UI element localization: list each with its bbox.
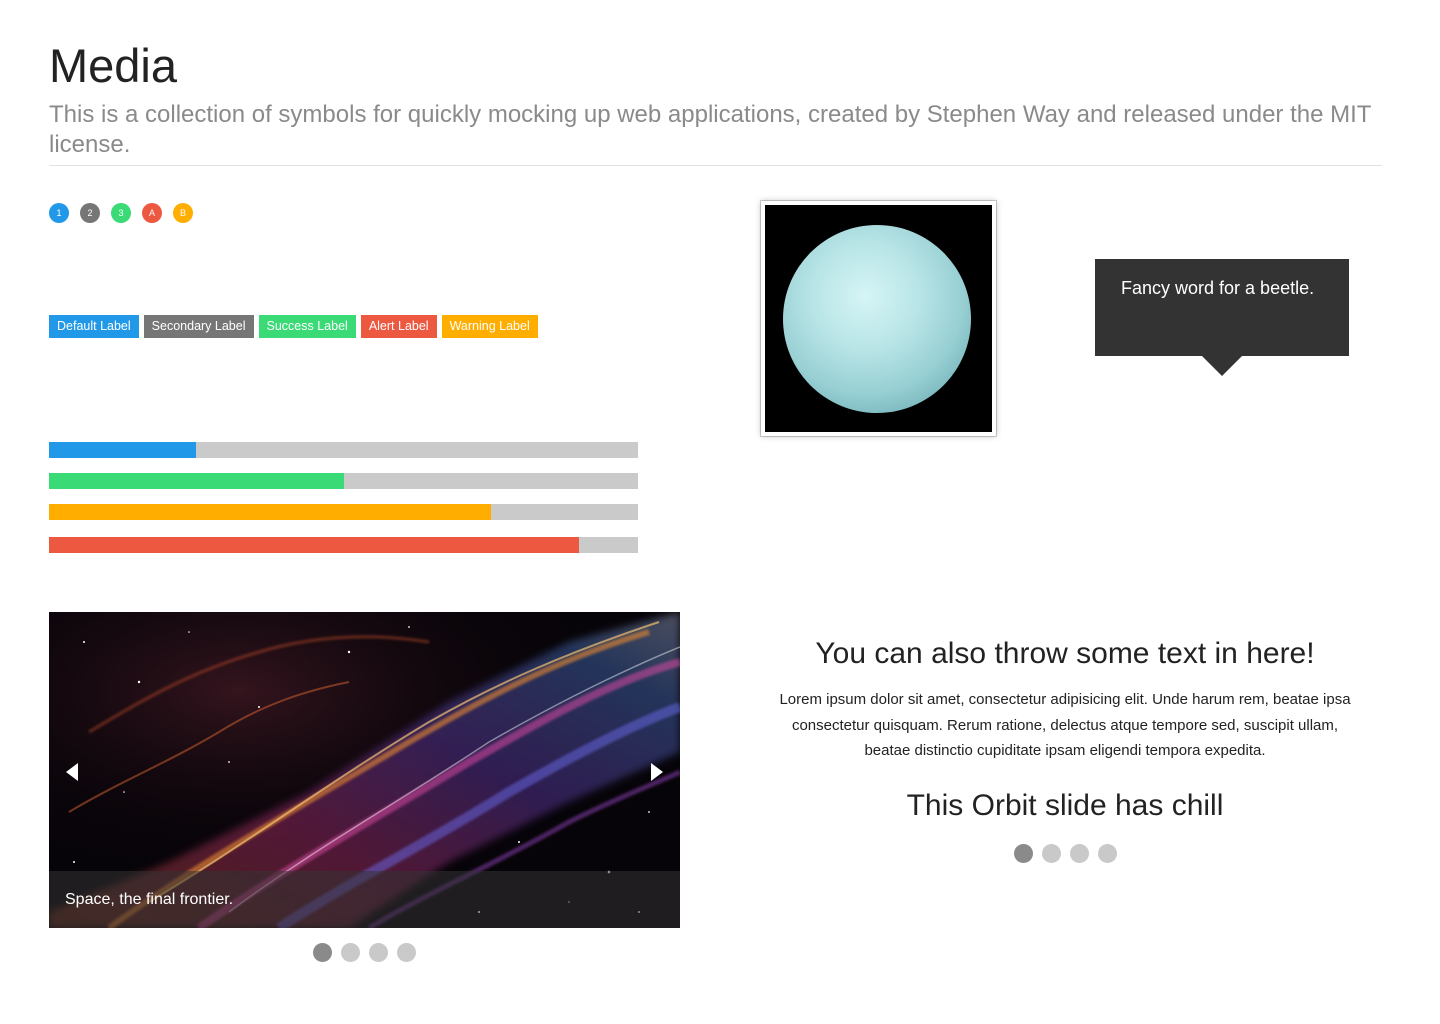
progress-bar-primary bbox=[49, 442, 638, 458]
progress-bar-warning bbox=[49, 504, 638, 520]
slide-bullet[interactable] bbox=[1098, 844, 1117, 863]
next-slide-button[interactable] bbox=[642, 757, 672, 787]
progress-meter bbox=[49, 442, 197, 458]
page-title: Media bbox=[49, 39, 178, 92]
text-slider-bullets bbox=[1014, 844, 1126, 863]
badge-secondary: 2 bbox=[80, 203, 100, 223]
slide-bullet[interactable] bbox=[1014, 844, 1033, 863]
image-slider-bullets bbox=[313, 943, 425, 962]
progress-meter bbox=[49, 473, 344, 489]
badge-primary: 1 bbox=[49, 203, 69, 223]
default-label: Default Label bbox=[49, 315, 139, 338]
previous-slide-button[interactable] bbox=[57, 757, 87, 787]
progress-bar-success bbox=[49, 473, 638, 489]
badge-alert: A bbox=[142, 203, 162, 223]
tooltip-arrow bbox=[1202, 356, 1242, 376]
badge-success: 3 bbox=[111, 203, 131, 223]
secondary-label: Secondary Label bbox=[143, 315, 254, 338]
tooltip: Fancy word for a beetle. bbox=[1095, 259, 1349, 356]
label-group: Default Label Secondary Label Success La… bbox=[49, 315, 543, 338]
success-label: Success Label bbox=[258, 315, 356, 338]
badge-group: 1 2 3 A B bbox=[49, 203, 204, 223]
slide-bullet[interactable] bbox=[369, 943, 388, 962]
slide-caption: Space, the final frontier. bbox=[49, 871, 680, 928]
slide-body: Lorem ipsum dolor sit amet, consectetur … bbox=[779, 691, 1351, 759]
image-slider: Space, the final frontier. bbox=[49, 612, 680, 928]
slide-bullet[interactable] bbox=[313, 943, 332, 962]
slide-bullet[interactable] bbox=[341, 943, 360, 962]
page-subtitle: This is a collection of symbols for quic… bbox=[49, 101, 1372, 158]
slide-bullet[interactable] bbox=[397, 943, 416, 962]
planet-thumbnail[interactable] bbox=[761, 201, 996, 436]
slide-subheading: This Orbit slide has chill bbox=[906, 788, 1224, 822]
slide-bullet[interactable] bbox=[1070, 844, 1089, 863]
slide-heading: You can also throw some text in here! bbox=[815, 637, 1315, 670]
progress-meter bbox=[49, 537, 580, 553]
slide-bullet[interactable] bbox=[1042, 844, 1061, 863]
divider bbox=[49, 165, 1382, 166]
badge-warning: B bbox=[173, 203, 193, 223]
progress-meter bbox=[49, 504, 491, 520]
planet-image bbox=[783, 225, 971, 413]
warning-label: Warning Label bbox=[441, 315, 538, 338]
text-slide: You can also throw some text in here! Lo… bbox=[770, 633, 1360, 826]
progress-bar-alert bbox=[49, 537, 638, 553]
alert-label: Alert Label bbox=[360, 315, 437, 338]
